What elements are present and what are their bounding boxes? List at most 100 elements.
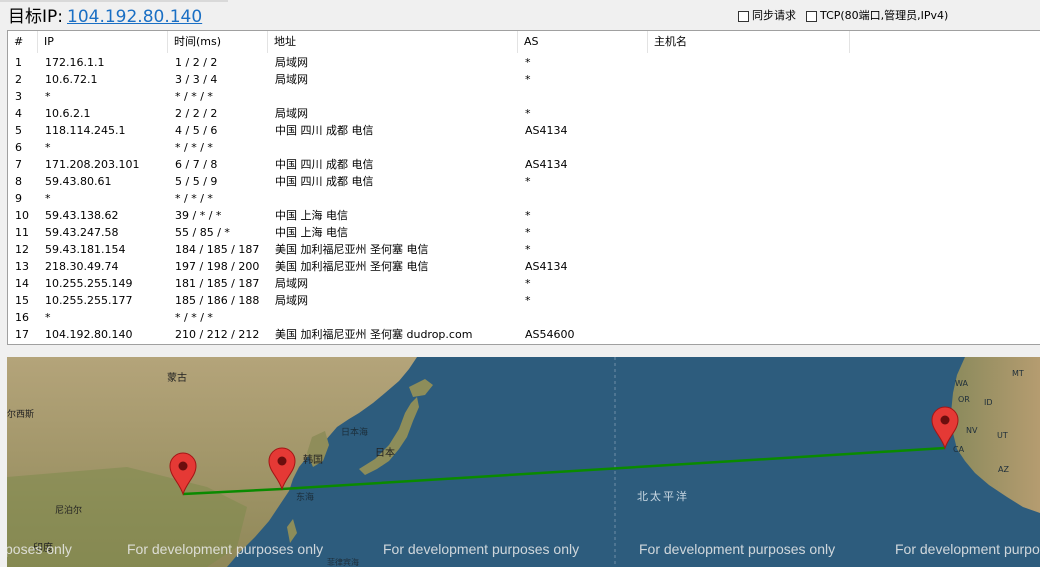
hop-address: 局域网 — [275, 56, 308, 69]
hop-index: 12 — [15, 243, 29, 256]
hop-as: * — [525, 73, 531, 86]
col-header-as[interactable]: AS — [518, 31, 648, 53]
watermark-2: For development purposes only — [383, 541, 580, 557]
hop-index: 1 — [15, 56, 22, 69]
table-row[interactable]: 5 118.114.245.1 4 / 5 / 6 中国 四川 成都 电信 AS4134 — [8, 122, 1040, 139]
hop-time: * / * / * — [175, 192, 213, 205]
hop-ip: * — [45, 90, 51, 103]
hop-index: 10 — [15, 209, 29, 222]
col-header-time[interactable]: 时间(ms) — [168, 31, 268, 53]
hop-time: 55 / 85 / * — [175, 226, 230, 239]
table-row[interactable]: 17 104.192.80.140 210 / 212 / 212 美国 加利福尼亚州… — [8, 326, 1040, 343]
hop-index: 8 — [15, 175, 22, 188]
table-row[interactable]: 1 172.16.1.1 1 / 2 / 2 局域网 * — [8, 54, 1040, 71]
target-label-text: 目标IP: — [8, 7, 63, 27]
target-ip-label: 目标IP: 104.192.80.140 — [8, 7, 202, 27]
sync-request-checkbox[interactable] — [738, 10, 749, 22]
hop-index: 14 — [15, 277, 29, 290]
table-row[interactable]: 8 59.43.80.61 5 / 5 / 9 中国 四川 成都 电信 * — [8, 173, 1040, 190]
watermark-3: For development purposes only — [639, 541, 836, 557]
hop-ip: 59.43.181.154 — [45, 243, 126, 256]
table-row[interactable]: 7 171.208.203.101 6 / 7 / 8 中国 四川 成都 电信 AS41… — [8, 156, 1040, 173]
map-pin-dot — [940, 415, 950, 425]
table-row[interactable]: 2 10.6.72.1 3 / 3 / 4 局域网 * — [8, 71, 1040, 88]
hop-ip: 59.43.138.62 — [45, 209, 119, 222]
hop-ip: 59.43.247.58 — [45, 226, 119, 239]
table-row[interactable]: 4 10.6.2.1 2 / 2 / 2 局域网 * — [8, 105, 1040, 122]
hop-ip: * — [45, 141, 51, 154]
table-body: 1 172.16.1.1 1 / 2 / 2 局域网 * 2 10.6.72.1 3 / 3 … — [8, 54, 1040, 343]
hop-as: AS4134 — [525, 158, 568, 171]
sync-request-option[interactable]: 同步请求 — [738, 9, 796, 23]
target-ip-link[interactable]: 104.192.80.140 — [67, 7, 202, 27]
col-header-index[interactable]: # — [8, 31, 38, 53]
hop-ip: 10.6.72.1 — [45, 73, 98, 86]
hop-ip: 171.208.203.101 — [45, 158, 140, 171]
hop-as: AS54600 — [525, 328, 575, 341]
hop-as: * — [525, 277, 531, 290]
hop-time: * / * / * — [175, 90, 213, 103]
table-row[interactable]: 15 10.255.255.177 185 / 186 / 188 局域网 * — [8, 292, 1040, 309]
hop-ip: 218.30.49.74 — [45, 260, 119, 273]
hop-index: 15 — [15, 294, 29, 307]
hop-time: 4 / 5 / 6 — [175, 124, 218, 137]
table-row[interactable]: 13 218.30.49.74 197 / 198 / 200 美国 加利福尼亚州 圣… — [8, 258, 1040, 275]
hop-index: 13 — [15, 260, 29, 273]
hop-index: 3 — [15, 90, 22, 103]
top-divider — [0, 0, 228, 2]
hop-time: 1 / 2 / 2 — [175, 56, 218, 69]
map-label-az: AZ — [998, 465, 1009, 474]
route-map[interactable]: 蒙古 尔西斯 尼泊尔 印度 日本 日本海 韩国 东海 北太平洋 菲律宾海 MT … — [7, 357, 1040, 567]
map-label-korea: 韩国 — [303, 455, 323, 466]
hop-as: AS4134 — [525, 260, 568, 273]
map-pin-dot — [178, 461, 188, 471]
tcp-label: TCP(80端口,管理员,IPv4) — [820, 9, 949, 22]
traceroute-table: # IP 时间(ms) 地址 AS 主机名 1 172.16.1.1 1 / 2 /… — [7, 30, 1040, 345]
hop-time: 2 / 2 / 2 — [175, 107, 218, 120]
map-label-or: OR — [958, 395, 970, 404]
table-row[interactable]: 12 59.43.181.154 184 / 185 / 187 美国 加利福尼亚州 … — [8, 241, 1040, 258]
map-label-east-sea: 东海 — [296, 493, 315, 503]
hop-index: 16 — [15, 311, 29, 324]
table-row[interactable]: 11 59.43.247.58 55 / 85 / * 中国 上海 电信 * — [8, 224, 1040, 241]
col-header-ip[interactable]: IP — [38, 31, 168, 53]
table-row[interactable]: 9 * * / * / * — [8, 190, 1040, 207]
table-row[interactable]: 3 * * / * / * — [8, 88, 1040, 105]
hop-address: 中国 四川 成都 电信 — [275, 124, 374, 137]
col-header-hostname[interactable]: 主机名 — [648, 31, 850, 53]
hop-as: AS4134 — [525, 124, 568, 137]
map-label-ut: UT — [997, 431, 1008, 440]
map-label-north-pacific: 北太平洋 — [637, 490, 689, 503]
hop-as: * — [525, 243, 531, 256]
tcp-checkbox[interactable] — [806, 10, 817, 22]
hop-time: 197 / 198 / 200 — [175, 260, 260, 273]
hop-address: 中国 上海 电信 — [275, 226, 348, 239]
tcp-option[interactable]: TCP(80端口,管理员,IPv4) — [806, 9, 948, 23]
table-row[interactable]: 14 10.255.255.149 181 / 185 / 187 局域网 * — [8, 275, 1040, 292]
hop-ip: * — [45, 311, 51, 324]
hop-time: 181 / 185 / 187 — [175, 277, 260, 290]
hop-address: 中国 四川 成都 电信 — [275, 175, 374, 188]
map-label-mt: MT — [1012, 369, 1024, 378]
map-label-bottom-partial: 菲律宾海 — [327, 558, 359, 567]
hop-time: 39 / * / * — [175, 209, 222, 222]
header-bar: 目标IP: 104.192.80.140 同步请求 TCP(80端口,管理员,IP… — [0, 3, 1040, 29]
hop-index: 17 — [15, 328, 29, 341]
hop-as: * — [525, 175, 531, 188]
hop-time: 184 / 185 / 187 — [175, 243, 260, 256]
hop-as: * — [525, 209, 531, 222]
hop-as: * — [525, 56, 531, 69]
hop-ip: 172.16.1.1 — [45, 56, 105, 69]
table-row[interactable]: 6 * * / * / * — [8, 139, 1040, 156]
col-header-address[interactable]: 地址 — [268, 31, 518, 53]
hop-time: 210 / 212 / 212 — [175, 328, 260, 341]
table-row[interactable]: 16 * * / * / * — [8, 309, 1040, 326]
map-label-japan: 日本 — [375, 448, 395, 459]
hop-ip: 10.255.255.149 — [45, 277, 133, 290]
hop-as: * — [525, 226, 531, 239]
hop-address: 美国 加利福尼亚州 圣何塞 电信 — [275, 260, 429, 273]
map-canvas — [7, 357, 1040, 567]
hop-time: 3 / 3 / 4 — [175, 73, 218, 86]
map-label-nv: NV — [966, 426, 978, 435]
table-row[interactable]: 10 59.43.138.62 39 / * / * 中国 上海 电信 * — [8, 207, 1040, 224]
